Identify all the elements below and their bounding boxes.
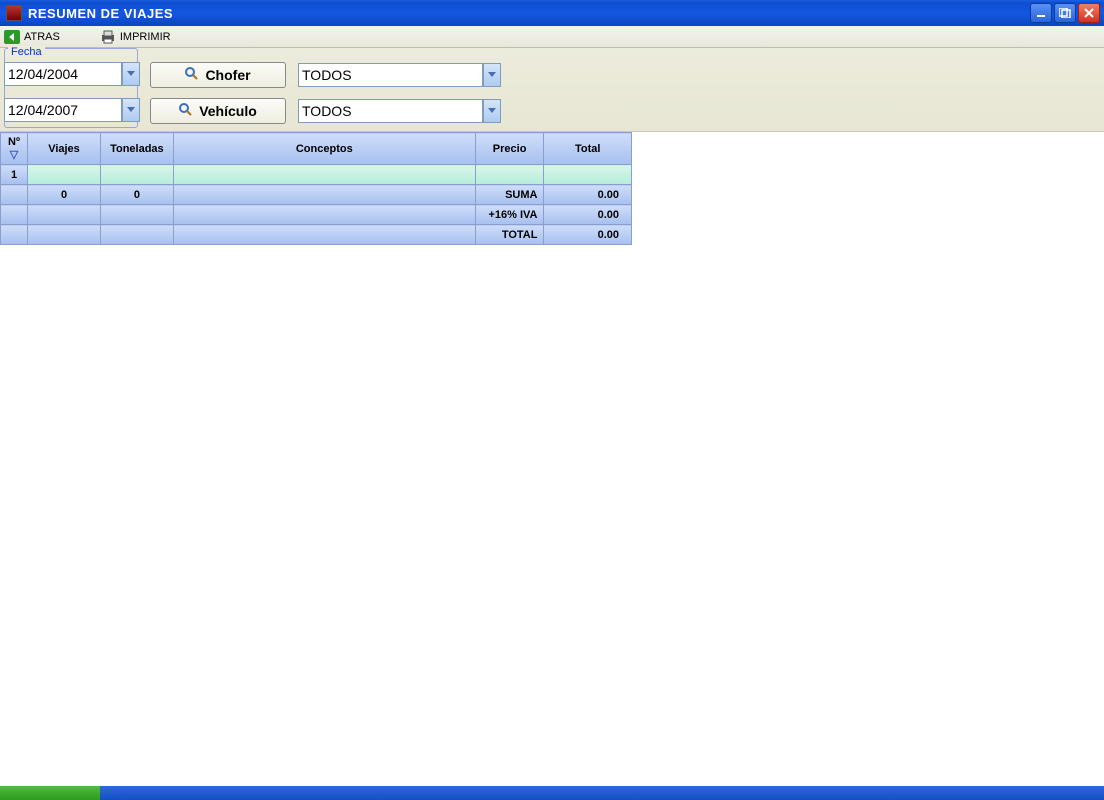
col-header-total[interactable]: Total [544,133,632,165]
printer-icon [100,30,116,44]
col-header-conceptos[interactable]: Conceptos [173,133,475,165]
col-header-viajes[interactable]: Viajes [28,133,101,165]
filter-panel: Fecha Chofer Vehícul [0,48,1104,132]
cell-toneladas [100,165,173,185]
print-label: IMPRIMIR [120,31,171,43]
sort-desc-icon: ▽ [7,149,21,161]
col-header-num[interactable]: Nº ▽ [1,133,28,165]
vehiculo-dropdown[interactable] [483,99,501,123]
chevron-down-icon [127,107,135,113]
search-icon [179,103,193,120]
chofer-button-label: Chofer [205,67,250,83]
window-title: RESUMEN DE VIAJES [28,6,1030,21]
col-header-num-label: Nº [8,136,20,148]
results-table: Nº ▽ Viajes Toneladas Conceptos Precio T… [0,132,632,245]
start-button[interactable] [0,786,100,800]
back-arrow-icon [4,30,20,44]
row-number-cell: 1 [1,165,28,185]
chevron-down-icon [127,71,135,77]
summary-row-total: TOTAL 0.00 [1,225,632,245]
summary-row-iva: +16% IVA 0.00 [1,205,632,225]
date-from-dropdown[interactable] [122,62,140,86]
cell-viajes [28,165,101,185]
suma-label: SUMA [475,185,544,205]
date-from-input[interactable] [4,62,122,86]
app-toolbar: ATRAS IMPRIMIR [0,26,1104,48]
maximize-button[interactable] [1054,3,1076,23]
os-taskbar[interactable] [0,786,1104,800]
chofer-button[interactable]: Chofer [150,62,286,88]
search-icon [185,67,199,84]
back-label: ATRAS [24,31,60,43]
suma-value: 0.00 [544,185,632,205]
vehiculo-button-label: Vehículo [199,103,257,119]
cell-total [544,165,632,185]
chevron-down-icon [488,108,496,114]
col-header-precio[interactable]: Precio [475,133,544,165]
chevron-down-icon [488,72,496,78]
col-header-toneladas[interactable]: Toneladas [100,133,173,165]
chofer-select[interactable] [298,63,483,87]
summary-row-suma: 0 0 SUMA 0.00 [1,185,632,205]
date-to-dropdown[interactable] [122,98,140,122]
iva-value: 0.00 [544,205,632,225]
date-to-input[interactable] [4,98,122,122]
table-row[interactable]: 1 [1,165,632,185]
vehiculo-select[interactable] [298,99,483,123]
iva-label: +16% IVA [475,205,544,225]
cell-precio [475,165,544,185]
vehiculo-button[interactable]: Vehículo [150,98,286,124]
fecha-legend: Fecha [8,46,45,58]
print-button[interactable]: IMPRIMIR [100,30,171,44]
total-label: TOTAL [475,225,544,245]
window-titlebar: RESUMEN DE VIAJES [0,0,1104,26]
chofer-dropdown[interactable] [483,63,501,87]
sum-toneladas: 0 [100,185,173,205]
minimize-button[interactable] [1030,3,1052,23]
cell-conceptos [173,165,475,185]
app-icon [6,5,22,21]
close-button[interactable] [1078,3,1100,23]
total-value: 0.00 [544,225,632,245]
sum-viajes: 0 [28,185,101,205]
back-button[interactable]: ATRAS [4,30,60,44]
